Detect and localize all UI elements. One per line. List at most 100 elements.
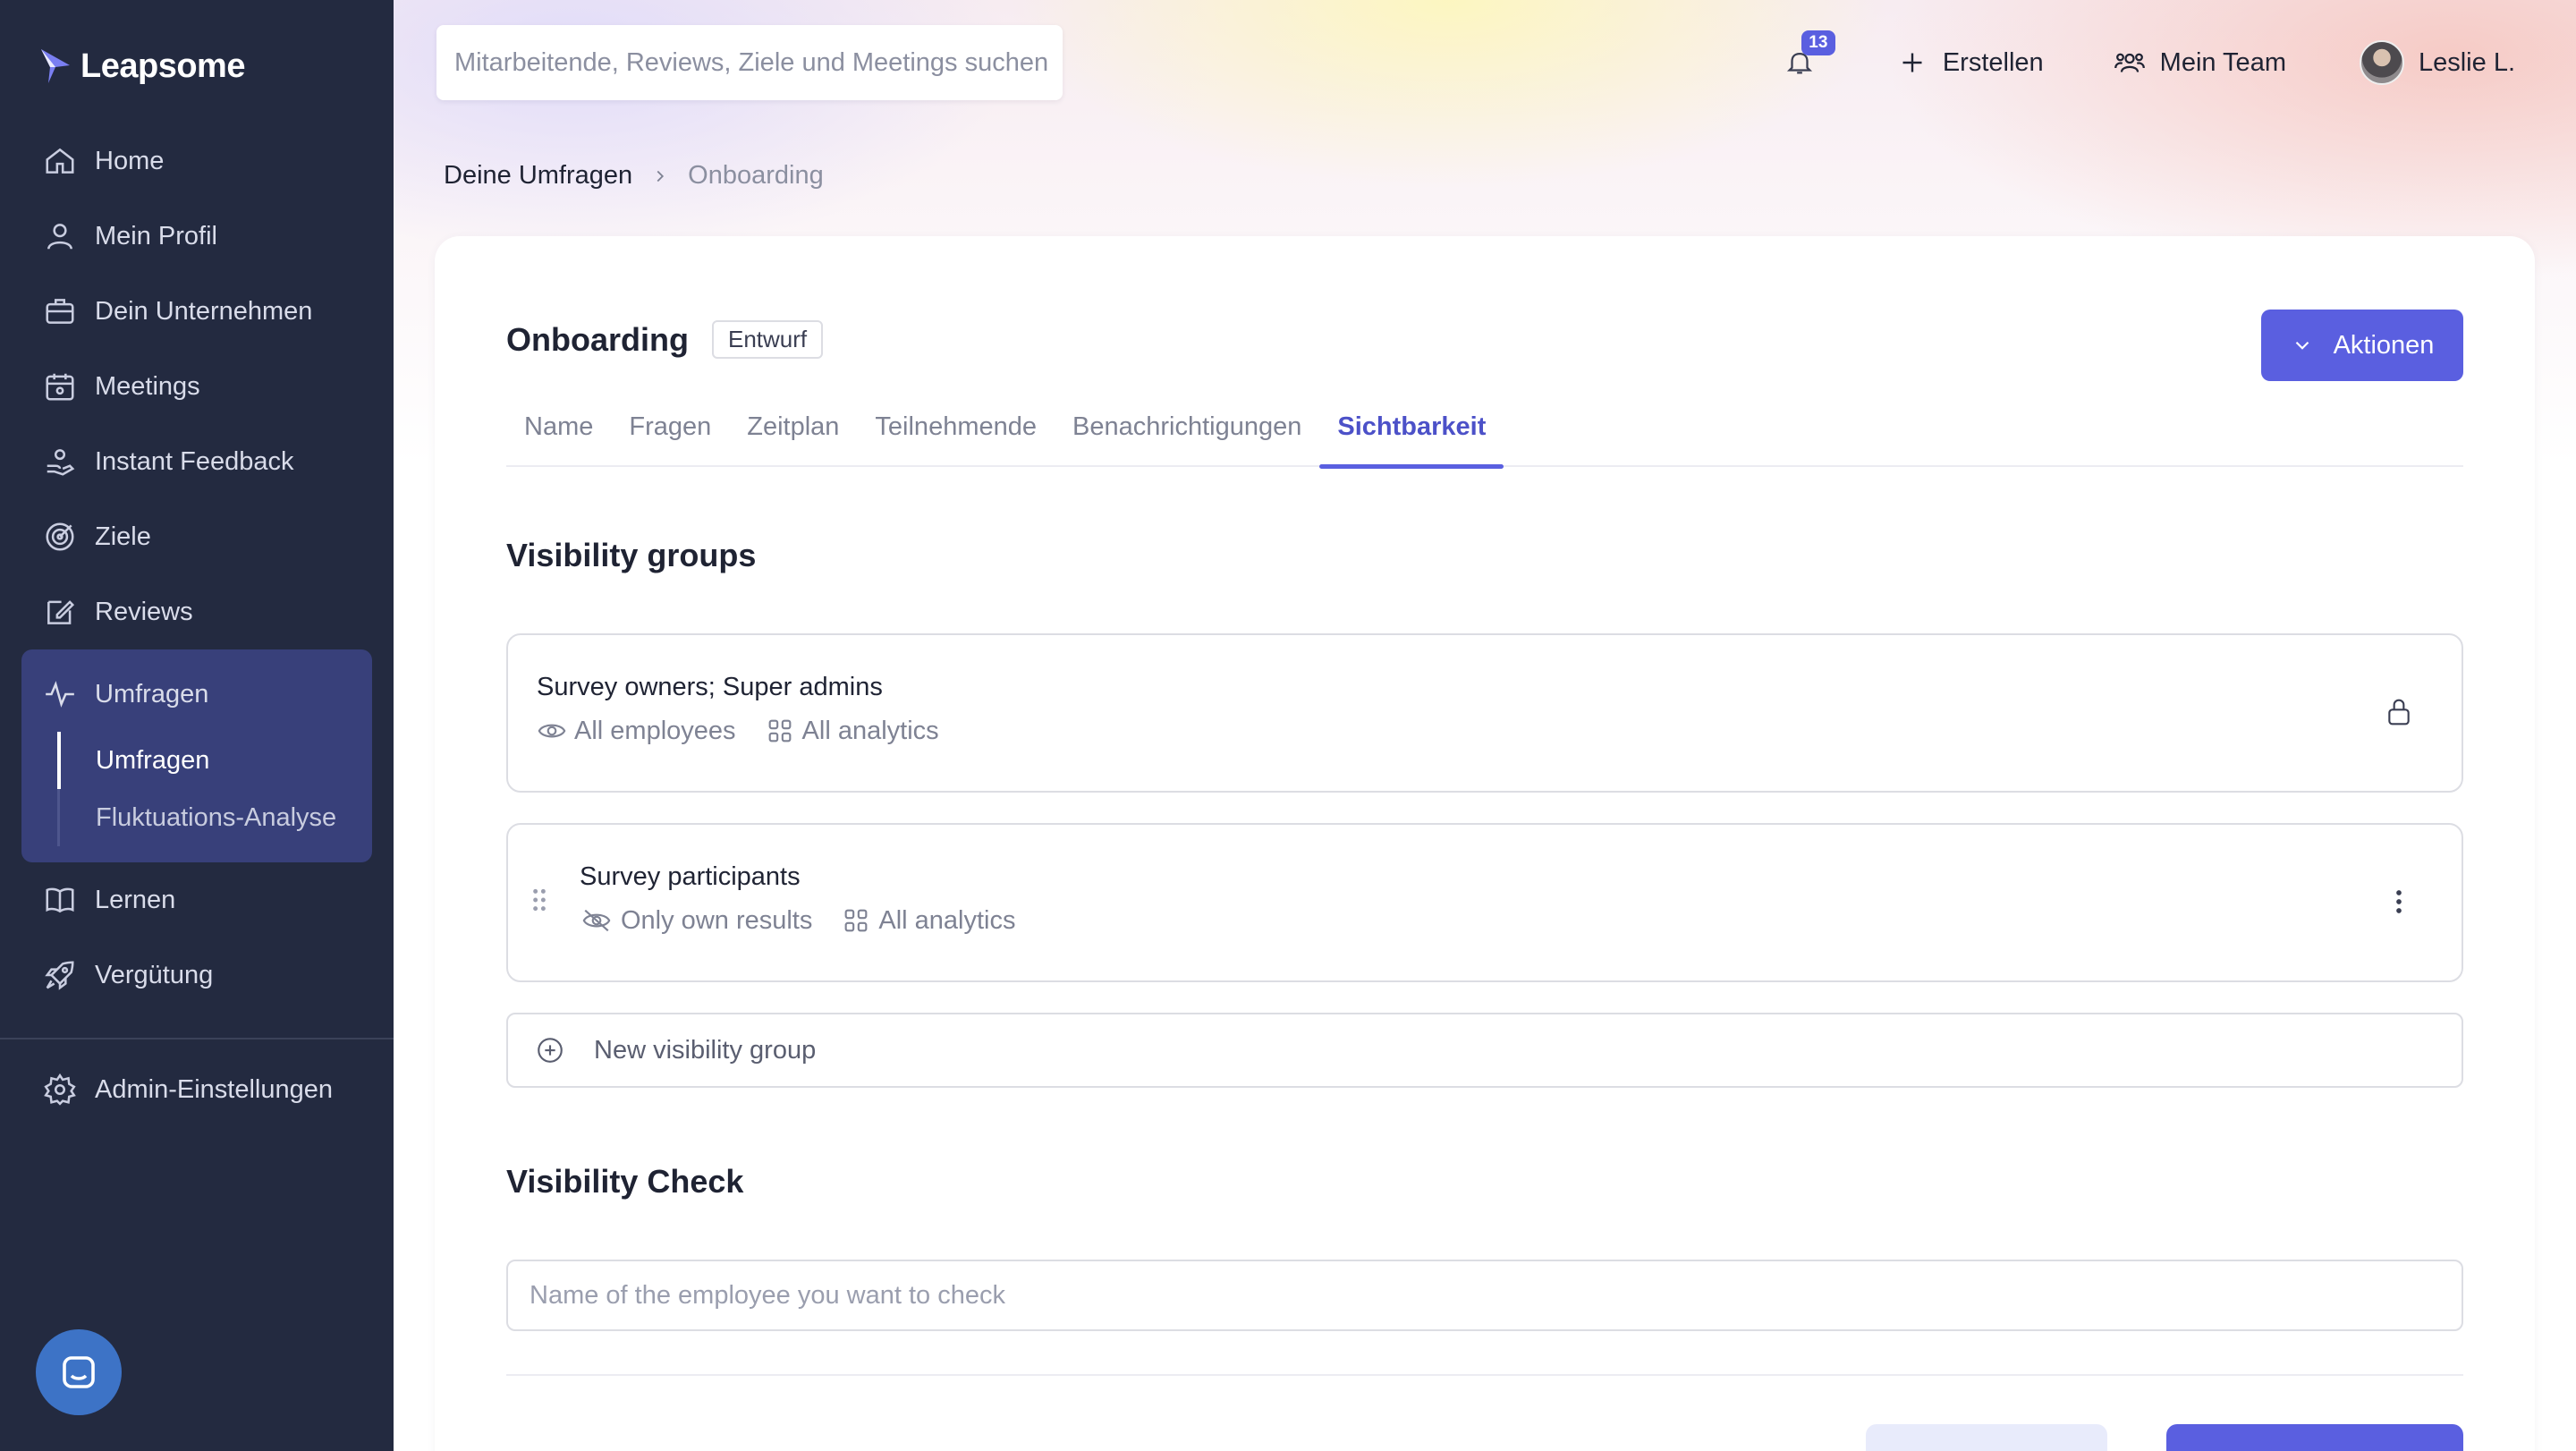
visibility-analytics: All analytics — [878, 905, 1016, 935]
page-title: Onboarding — [506, 320, 689, 358]
new-visibility-group-label: New visibility group — [594, 1035, 817, 1065]
sidebar-submenu-surveys: Umfragen Fluktuations-Analyse — [57, 732, 372, 846]
breadcrumb-current: Onboarding — [688, 161, 824, 190]
sidebar-item-label: Home — [95, 146, 165, 175]
group-menu-button[interactable] — [2381, 882, 2417, 921]
visibility-scope: All employees — [574, 716, 736, 745]
sidebar-item-label: Vergütung — [95, 960, 214, 989]
my-team-button[interactable]: Mein Team — [2114, 47, 2286, 79]
chevron-right-icon — [657, 170, 665, 182]
tab-participants[interactable]: Teilnehmende — [857, 386, 1055, 467]
visibility-scope: Only own results — [621, 905, 813, 935]
pulse-icon — [46, 681, 74, 708]
plus-icon — [1902, 53, 1922, 72]
chat-support-button[interactable] — [36, 1329, 122, 1415]
visibility-group-card[interactable]: Survey participants Only own results All… — [506, 823, 2463, 982]
avatar — [2359, 40, 2404, 85]
briefcase-icon — [46, 299, 74, 324]
actions-button[interactable]: Aktionen — [2261, 310, 2463, 381]
brand-name: Leapsome — [80, 47, 245, 85]
notifications-button[interactable]: 13 — [1773, 30, 1835, 89]
sidebar-item-learning[interactable]: Lernen — [0, 862, 394, 938]
home-icon — [46, 148, 74, 174]
sidebar-item-meetings[interactable]: Meetings — [0, 349, 394, 424]
chat-icon — [63, 1356, 95, 1388]
breadcrumb: Deine Umfragen Onboarding — [444, 161, 824, 191]
tab-notifications[interactable]: Benachrichtigungen — [1055, 386, 1319, 467]
book-icon — [46, 887, 74, 913]
sidebar-item-label: Instant Feedback — [95, 446, 294, 476]
user-icon — [47, 224, 72, 250]
brand-logo[interactable]: Leapsome — [39, 41, 245, 91]
title-row: Onboarding Entwurf — [506, 320, 824, 359]
lock-indicator — [2381, 692, 2417, 732]
main-navigation: Home Mein Profil Dein Unternehmen Meetin… — [0, 123, 394, 1118]
tab-questions[interactable]: Fragen — [611, 386, 729, 467]
visibility-check-field[interactable] — [506, 1260, 2463, 1331]
sidebar-item-profile[interactable]: Mein Profil — [0, 199, 394, 274]
sidebar-subitem-surveys[interactable]: Umfragen — [57, 732, 372, 789]
sidebar-item-reviews[interactable]: Reviews — [0, 574, 394, 649]
sidebar-item-goals[interactable]: Ziele — [0, 499, 394, 574]
sidebar-item-instant-feedback[interactable]: Instant Feedback — [0, 424, 394, 499]
lock-icon — [2388, 699, 2410, 726]
visibility-group-card[interactable]: Survey owners; Super admins All employee… — [506, 633, 2463, 793]
create-button[interactable]: Erstellen — [1896, 47, 2044, 79]
sidebar-subitem-label: Fluktuations-Analyse — [96, 802, 337, 832]
visibility-group-meta: All employees All analytics — [537, 716, 939, 746]
drag-handle[interactable] — [531, 887, 547, 912]
feedback-hand-icon — [47, 449, 75, 476]
rocket-icon — [45, 961, 74, 990]
search-input[interactable] — [454, 47, 1063, 78]
survey-settings-card: Onboarding Entwurf Aktionen Name Fragen … — [435, 236, 2535, 1451]
secondary-footer-button[interactable] — [1866, 1424, 2107, 1451]
tab-name[interactable]: Name — [506, 386, 611, 467]
chevron-down-icon — [2295, 341, 2309, 350]
sidebar-item-surveys[interactable]: Umfragen — [21, 657, 372, 732]
sidebar: Leapsome Home Mein Profil Dein Unternehm… — [0, 0, 394, 1451]
leapsome-logo-icon — [41, 49, 70, 83]
team-icon — [2114, 53, 2145, 72]
drag-handle-icon — [533, 888, 546, 912]
global-search[interactable] — [436, 25, 1063, 100]
sidebar-item-label: Dein Unternehmen — [95, 296, 313, 326]
eye-off-icon — [582, 909, 611, 932]
sidebar-item-label: Umfragen — [95, 679, 209, 709]
employee-check-input[interactable] — [530, 1280, 2462, 1311]
sidebar-item-label: Admin-Einstellungen — [95, 1074, 333, 1104]
sidebar-item-label: Lernen — [95, 885, 176, 914]
calendar-icon — [46, 373, 74, 401]
actions-button-label: Aktionen — [2333, 330, 2435, 360]
grid-icon — [768, 719, 791, 742]
breadcrumb-parent-link[interactable]: Deine Umfragen — [444, 161, 632, 191]
sidebar-item-label: Mein Profil — [95, 221, 217, 250]
primary-footer-button[interactable] — [2166, 1424, 2463, 1451]
visibility-check-title: Visibility Check — [506, 1163, 744, 1200]
tab-visibility[interactable]: Sichtbarkeit — [1319, 386, 1504, 469]
sidebar-item-home[interactable]: Home — [0, 123, 394, 199]
sidebar-item-label: Ziele — [95, 522, 151, 551]
tab-schedule[interactable]: Zeitplan — [729, 386, 857, 467]
gear-icon — [44, 1073, 76, 1106]
sidebar-item-compensation[interactable]: Vergütung — [0, 938, 394, 1013]
footer-divider — [506, 1374, 2463, 1376]
plus-circle-icon — [538, 1038, 563, 1063]
sidebar-divider — [0, 1038, 394, 1039]
create-button-label: Erstellen — [1942, 47, 2044, 77]
grid-icon — [844, 909, 868, 932]
user-name: Leslie L. — [2418, 47, 2515, 77]
eye-icon — [538, 724, 566, 738]
top-actions: 13 Erstellen Mein Team Leslie L. — [1773, 30, 2515, 89]
survey-tabs: Name Fragen Zeitplan Teilnehmende Benach… — [506, 386, 2463, 469]
sidebar-group-surveys: Umfragen Umfragen Fluktuations-Analyse — [21, 649, 372, 862]
sidebar-item-admin-settings[interactable]: Admin-Einstellungen — [0, 1061, 394, 1118]
more-vertical-icon — [2396, 890, 2402, 913]
sidebar-subitem-attrition-analysis[interactable]: Fluktuations-Analyse — [60, 789, 372, 846]
user-menu[interactable]: Leslie L. — [2359, 40, 2515, 85]
new-visibility-group-button[interactable]: New visibility group — [506, 1013, 2463, 1088]
my-team-label: Mein Team — [2159, 47, 2286, 77]
sidebar-item-label: Reviews — [95, 597, 193, 626]
sidebar-item-company[interactable]: Dein Unternehmen — [0, 274, 394, 349]
edit-icon — [47, 600, 75, 624]
target-icon — [46, 522, 74, 551]
